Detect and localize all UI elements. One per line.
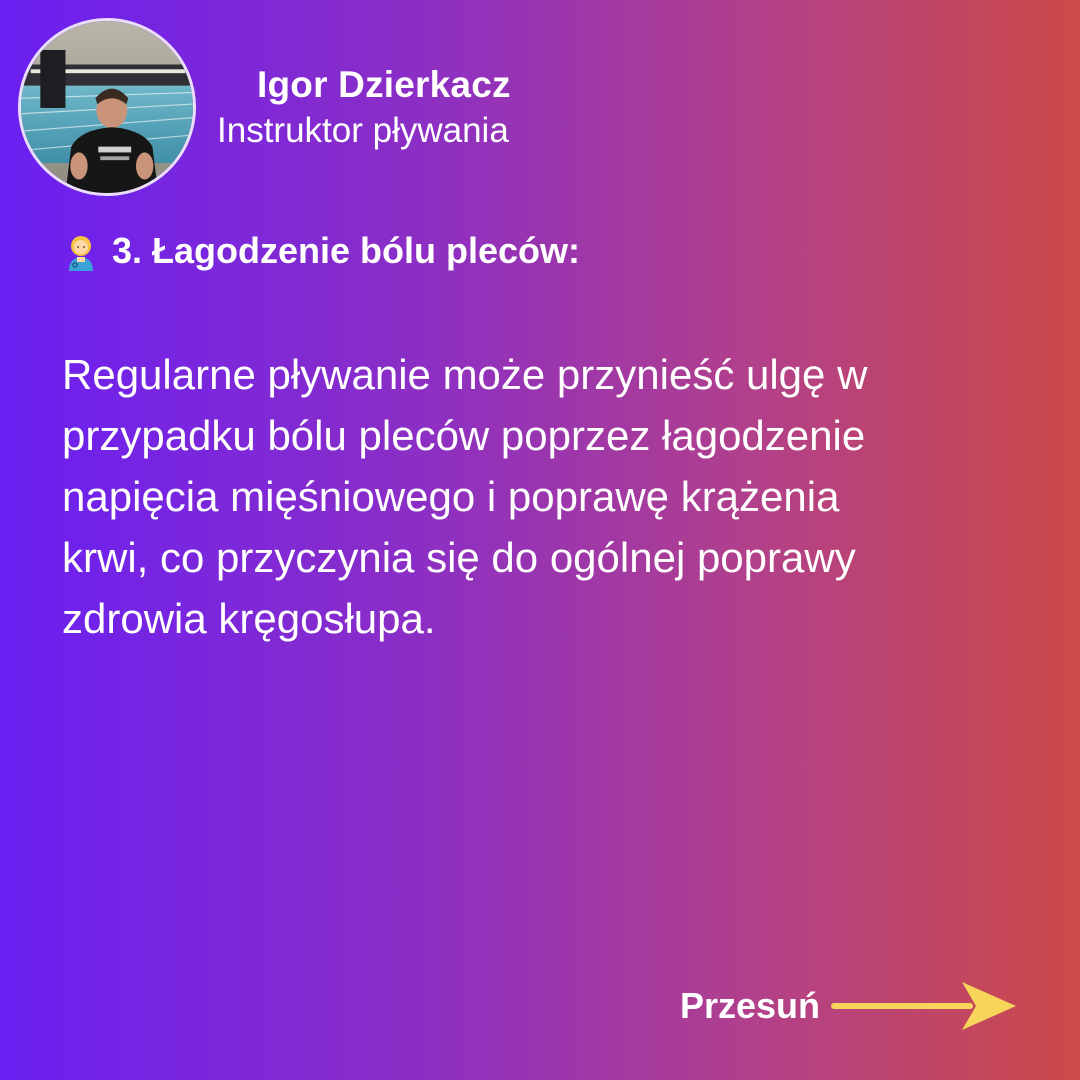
section-heading-row: 3. Łagodzenie bólu pleców: bbox=[62, 230, 580, 272]
body-line: krwi, co przyczynia się do ogólnej popra… bbox=[62, 534, 856, 581]
body-line: napięcia mięśniowego i poprawę krążenia bbox=[62, 473, 840, 520]
arrow-right-icon[interactable] bbox=[830, 978, 1020, 1034]
swipe-label[interactable]: Przesuń bbox=[680, 985, 820, 1027]
body-line: przypadku bólu pleców poprzez łagodzenie bbox=[62, 412, 866, 459]
woman-health-worker-icon bbox=[62, 231, 100, 271]
body-line: zdrowia kręgosłupa. bbox=[62, 595, 436, 642]
author-avatar bbox=[18, 18, 196, 196]
body-paragraph: Regularne pływanie może przynieść ulgę w… bbox=[62, 344, 1022, 649]
avatar-photo-icon bbox=[21, 21, 193, 193]
swipe-hint[interactable]: Przesuń bbox=[680, 978, 1020, 1034]
body-line: Regularne pływanie może przynieść ulgę w bbox=[62, 351, 868, 398]
author-role: Instruktor pływania bbox=[217, 111, 509, 150]
section-heading: 3. Łagodzenie bólu pleców: bbox=[112, 230, 581, 271]
author-name: Igor Dzierkacz bbox=[257, 64, 511, 105]
